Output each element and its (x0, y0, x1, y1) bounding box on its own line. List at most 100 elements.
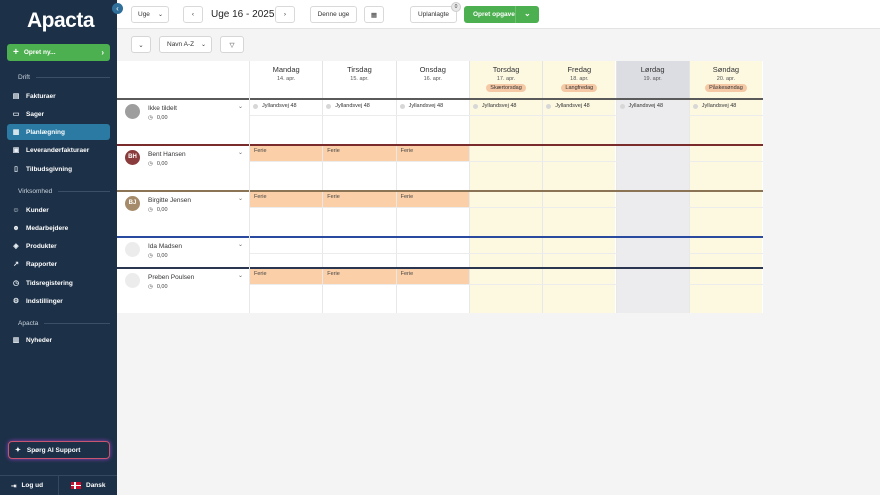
day-name: Onsdag (419, 65, 446, 74)
sidebar-item-sager[interactable]: ▭ Sager (7, 106, 110, 122)
task-item[interactable]: Jyllandsvej 48 (253, 103, 297, 109)
unplanned-button[interactable]: Uplanlagte (410, 6, 457, 23)
ferie-block[interactable]: Ferie (323, 269, 396, 284)
person-row: BJ Birgitte Jensen ◷ 0,00 ⌄ (117, 190, 249, 236)
task-item[interactable]: Jyllandsvej 48 (472, 103, 517, 109)
unplanned-count-badge: 0 (451, 2, 461, 12)
chevron-down-icon: ⌄ (157, 12, 163, 18)
chevron-down-icon[interactable]: ⌄ (238, 195, 243, 202)
this-week-label: Denne uge (317, 11, 350, 18)
hours-value: 0,00 (156, 207, 168, 213)
day-date: 18. apr. (570, 76, 589, 82)
hours-value: 0,00 (156, 115, 168, 121)
sidebar-item-medarbejdere[interactable]: ☻ Medarbejdere (7, 220, 110, 236)
chevron-down-icon[interactable]: ⌄ (238, 149, 243, 156)
view-select-value: Uge (138, 11, 150, 18)
supplier-invoice-icon: ▣ (12, 147, 20, 154)
sidebar-item-nyheder[interactable]: ▥ Nyheder (7, 332, 110, 348)
sidebar-item-leverandorfakturaer[interactable]: ▣ Leverandørfakturaer (7, 142, 110, 158)
avatar: BH (125, 150, 140, 165)
sidebar-item-label: Produkter (26, 242, 57, 250)
status-dot (326, 103, 332, 109)
day-column (542, 98, 616, 313)
day-date: 20. apr. (716, 76, 736, 82)
day-header: Onsdag 16. apr. (395, 61, 469, 98)
chevron-down-icon[interactable]: ⌄ (238, 103, 243, 110)
person-hours: ◷ 0,00 (148, 207, 168, 213)
row-inner-divider (249, 284, 763, 285)
clock-icon: ◷ (148, 115, 153, 121)
chevron-down-icon[interactable]: ⌄ (238, 272, 243, 279)
task-item[interactable]: Jyllandsvej 48 (692, 103, 736, 109)
row-inner-divider (249, 253, 763, 254)
day-header: Søndag 20. apr. Påskesøndag (688, 61, 763, 98)
sidebar-item-produkter[interactable]: ◈ Produkter (7, 238, 110, 254)
sidebar-item-tilbudsgivning[interactable]: ▯ Tilbudsgivning (7, 161, 110, 177)
chevron-down-icon: ⌄ (138, 41, 144, 49)
avatar (125, 104, 140, 119)
task-item[interactable]: Jyllandsvej 48 (546, 103, 590, 109)
ferie-block[interactable]: Ferie (396, 269, 469, 284)
avatar (125, 242, 140, 257)
create-new-button[interactable]: + Opret ny... › (7, 44, 110, 61)
status-dot (472, 103, 478, 109)
next-week-button[interactable]: › (275, 6, 295, 23)
ferie-block[interactable]: Ferie (250, 192, 323, 207)
status-dot (546, 103, 552, 109)
sidebar-item-rapporter[interactable]: ↗ Rapporter (7, 256, 110, 272)
this-week-button[interactable]: Denne uge (310, 6, 357, 23)
chevron-down-icon[interactable]: ⌄ (238, 241, 243, 248)
apacta-logo[interactable]: Apacta (27, 9, 95, 33)
avatar (125, 273, 140, 288)
holiday-badge: Langfredag (561, 84, 598, 92)
news-icon: ▥ (12, 337, 20, 344)
section-drift: Drift (8, 74, 110, 81)
status-dot (692, 103, 698, 109)
task-address: Jyllandsvej 48 (408, 103, 444, 109)
sidebar-item-label: Fakturaer (26, 92, 56, 100)
task-address: Jyllandsvej 48 (262, 103, 297, 109)
invoice-icon: ▤ (12, 93, 20, 100)
prev-week-button[interactable]: ‹ (183, 6, 203, 23)
sidebar-item-fakturaer[interactable]: ▤ Fakturaer (7, 88, 110, 104)
filter-button[interactable]: ▽ (220, 36, 244, 53)
create-task-button[interactable]: Opret opgave ⌄ (464, 6, 539, 23)
task-address: Jyllandsvej 48 (481, 103, 517, 109)
clock-icon: ◷ (148, 207, 153, 213)
language-button[interactable]: Dansk (59, 476, 106, 495)
person-name[interactable]: Ida Madsen (148, 243, 182, 250)
sidebar-item-indstillinger[interactable]: ⚙ Indstillinger (7, 293, 110, 309)
sort-select[interactable]: Navn A-Z ⌄ (159, 36, 212, 53)
ferie-block[interactable]: Ferie (250, 269, 323, 284)
calendar-picker-button[interactable]: ▦ (364, 6, 384, 23)
task-item[interactable]: Jyllandsvej 48 (326, 103, 370, 109)
person-name[interactable]: Birgitte Jensen (148, 197, 191, 204)
ferie-block[interactable]: Ferie (396, 192, 469, 207)
sidebar-item-planlaegning[interactable]: ▦ Planlægning (7, 124, 110, 140)
chevron-down-icon[interactable]: ⌄ (524, 9, 531, 18)
ferie-block[interactable]: Ferie (323, 146, 396, 161)
logout-button[interactable]: ⇥ Log ud (0, 476, 59, 495)
person-name[interactable]: Ikke tildelt (148, 105, 177, 112)
person-name[interactable]: Bent Hansen (148, 151, 186, 158)
ferie-block[interactable]: Ferie (250, 146, 323, 161)
sidebar-item-label: Rapporter (26, 260, 58, 268)
view-select[interactable]: Uge ⌄ (131, 6, 169, 23)
sidebar-item-tidsregistering[interactable]: ◷ Tidsregistering (7, 275, 110, 291)
ai-support-button[interactable]: ✦ Spørg AI Support (8, 441, 110, 459)
collapse-rows-button[interactable]: ⌄ (131, 36, 151, 53)
task-item[interactable]: Jyllandsvej 48 (619, 103, 663, 109)
sidebar-item-label: Tidsregistering (26, 279, 73, 287)
task-item[interactable]: Jyllandsvej 48 (399, 103, 444, 109)
row-inner-divider (249, 207, 763, 208)
day-name: Mandag (272, 65, 300, 74)
filter-bar: ⌄ Navn A-Z ⌄ ▽ (117, 29, 880, 61)
sidebar-item-label: Sager (26, 110, 45, 118)
ferie-block[interactable]: Ferie (323, 192, 396, 207)
clock-icon: ◷ (148, 253, 153, 259)
collapse-sidebar-icon[interactable]: ‹ (112, 3, 123, 14)
sidebar-item-label: Nyheder (26, 336, 53, 344)
ferie-block[interactable]: Ferie (396, 146, 469, 161)
sidebar-item-kunder[interactable]: ☺ Kunder (7, 202, 110, 218)
person-name[interactable]: Preben Poulsen (148, 274, 194, 281)
